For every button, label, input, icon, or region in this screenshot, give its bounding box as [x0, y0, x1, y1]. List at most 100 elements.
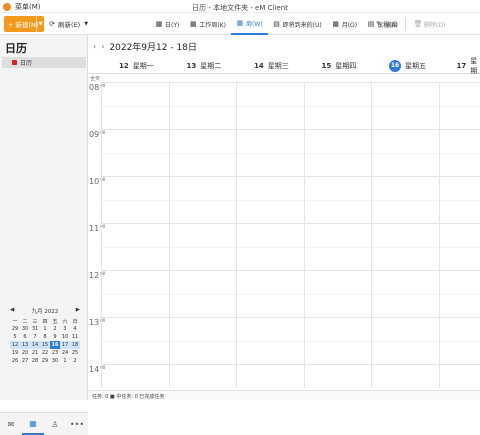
day-number: 15	[322, 62, 332, 70]
mini-day[interactable]: 25	[70, 349, 80, 357]
mini-weekday: 日	[70, 317, 80, 325]
time-grid[interactable]: 0800090010001100120013001400	[89, 82, 480, 388]
day-column-divider	[236, 82, 237, 388]
more-modules-button[interactable]: •••	[66, 413, 88, 435]
day-column-divider	[169, 82, 170, 388]
mini-day[interactable]: 30	[50, 357, 60, 365]
day-header[interactable]: 14 星期三	[254, 57, 289, 74]
mini-day[interactable]: 22	[40, 349, 50, 357]
mini-day[interactable]: 31	[30, 325, 40, 333]
day-name: 星期二	[200, 61, 221, 71]
mini-calendar-month: 九月 2022	[32, 307, 59, 315]
hour-label: 1000	[89, 177, 105, 186]
mini-day[interactable]: 26	[10, 357, 20, 365]
mini-day[interactable]: 1	[40, 325, 50, 333]
mini-day[interactable]: 6	[20, 333, 30, 341]
mini-day[interactable]: 10	[60, 333, 70, 341]
contacts-module-button[interactable]: ♙	[44, 413, 66, 435]
mini-day[interactable]: 18	[70, 341, 80, 349]
mini-day[interactable]: 5	[10, 333, 20, 341]
hour-line	[101, 364, 480, 365]
day-number: 17	[457, 62, 467, 70]
pencil-icon: ✎	[375, 20, 383, 28]
refresh-button[interactable]: ⟳ 刷新(E) ▼	[48, 19, 90, 29]
trash-icon: 🗑	[414, 20, 422, 28]
day-header[interactable]: 16星期五	[389, 57, 426, 74]
view-week-label: 周(W)	[246, 19, 263, 28]
mini-day[interactable]: 1	[60, 357, 70, 365]
mini-day[interactable]: 28	[30, 357, 40, 365]
mail-module-button[interactable]: ✉	[0, 413, 22, 435]
mini-day[interactable]: 21	[30, 349, 40, 357]
mini-day[interactable]: 30	[20, 325, 30, 333]
view-month-button[interactable]: ▦ 月(O)	[327, 13, 362, 35]
upcoming-icon: ▤	[273, 20, 281, 28]
view-workweek-label: 工作周(K)	[199, 20, 226, 29]
mini-prev-month-icon[interactable]: ◀	[10, 307, 14, 315]
hour-label: 1200	[89, 271, 105, 280]
view-workweek-button[interactable]: ▦ 工作周(K)	[184, 13, 231, 35]
mini-weekday: 一	[10, 317, 20, 325]
mini-day[interactable]: 12	[10, 341, 20, 349]
edit-button[interactable]: ✎ 编辑	[370, 13, 402, 35]
mini-day[interactable]: 8	[40, 333, 50, 341]
mini-day[interactable]: 19	[10, 349, 20, 357]
mini-day[interactable]: 29	[10, 325, 20, 333]
mini-day[interactable]: 3	[60, 325, 70, 333]
mini-next-month-icon[interactable]: ▶	[76, 307, 80, 315]
day-number: 16	[389, 60, 401, 72]
module-nav: ✉ ▦ ♙ •••	[0, 412, 88, 435]
mini-day[interactable]: 27	[20, 357, 30, 365]
day-name: 星期三	[268, 61, 289, 71]
hour-label: 0800	[89, 83, 105, 92]
mini-day[interactable]: 17	[60, 341, 70, 349]
mini-day[interactable]: 4	[70, 325, 80, 333]
hour-line	[101, 82, 480, 83]
mini-day[interactable]: 23	[50, 349, 60, 357]
day-header[interactable]: 12 星期一	[119, 57, 154, 74]
view-week-button[interactable]: ▦ 周(W)	[231, 13, 268, 35]
hour-line	[101, 223, 480, 224]
day-header[interactable]: 15星期四	[322, 57, 357, 74]
prev-week-icon[interactable]: ‹	[93, 42, 96, 51]
day-number: 12	[119, 62, 129, 70]
mini-day[interactable]: 16	[50, 341, 60, 349]
half-hour-line	[101, 294, 480, 295]
day-number: 14	[254, 62, 264, 70]
mini-day[interactable]: 15	[40, 341, 50, 349]
view-upcoming-button[interactable]: ▤ 即将到来的(U)	[268, 13, 327, 35]
mini-day[interactable]: 9	[50, 333, 60, 341]
month-icon: ▦	[332, 20, 340, 28]
day-header[interactable]: 13星期二	[187, 57, 222, 74]
view-month-label: 月(O)	[342, 20, 357, 29]
refresh-label: 刷新(E)	[58, 19, 80, 29]
window-title: 日历 - 本地文件夹 - eM Client	[0, 3, 480, 13]
hour-line	[101, 270, 480, 271]
edit-label: 编辑	[385, 20, 397, 29]
mini-day[interactable]: 7	[30, 333, 40, 341]
next-week-icon[interactable]: ›	[101, 42, 104, 51]
calendar-module-button[interactable]: ▦	[22, 413, 44, 435]
day-header[interactable]: 17星期	[457, 57, 480, 74]
mini-day[interactable]: 20	[20, 349, 30, 357]
mini-day[interactable]: 29	[40, 357, 50, 365]
mini-day[interactable]: 13	[20, 341, 30, 349]
view-day-button[interactable]: ▦ 日(Y)	[150, 13, 184, 35]
new-button[interactable]: + 新建(N) ▼	[4, 16, 44, 32]
day-icon: ▦	[155, 20, 163, 28]
mini-day[interactable]: 11	[70, 333, 80, 341]
sidebar-title: 日历	[5, 40, 27, 56]
day-name: 星期一	[133, 61, 154, 71]
mini-day[interactable]: 2	[50, 325, 60, 333]
sidebar-item-calendar[interactable]: 日历	[2, 57, 86, 68]
mini-day[interactable]: 24	[60, 349, 70, 357]
half-hour-line	[101, 341, 480, 342]
date-range-title: 2022年9月12 - 18日	[109, 40, 197, 53]
chevron-down-icon[interactable]: ▼	[36, 16, 44, 32]
mini-day[interactable]: 14	[30, 341, 40, 349]
hour-label: 1300	[89, 318, 105, 327]
chevron-down-icon: ▼	[82, 20, 90, 28]
mini-day[interactable]: 2	[70, 357, 80, 365]
mail-icon: ✉	[8, 420, 15, 429]
delete-button[interactable]: 🗑 删除(D)	[409, 13, 450, 35]
